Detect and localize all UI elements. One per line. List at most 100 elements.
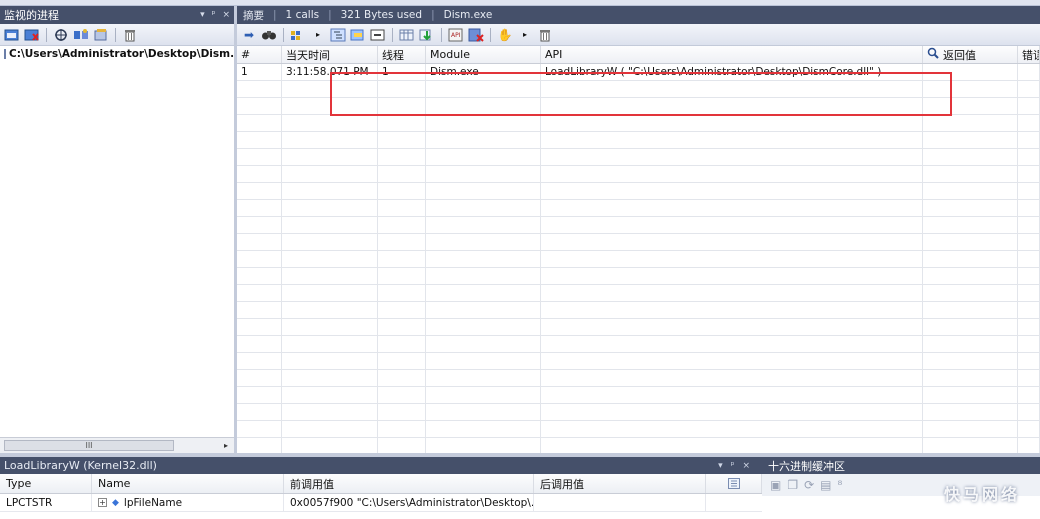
empty-cell [282,438,378,453]
empty-cell [541,98,923,114]
empty-cell [426,302,541,318]
calls-grid-header: # 当天时间 线程 Module API 返回值 错误 [237,46,1040,64]
api-filter-icon[interactable]: API [447,27,465,43]
empty-table-row [237,302,1040,319]
toolbar-separator [115,27,116,42]
split-view-icon[interactable] [369,27,387,43]
empty-cell [426,438,541,453]
find-binoculars-icon[interactable] [260,27,278,43]
empty-cell [923,302,1018,318]
dropdown-arrow-icon[interactable]: ▸ [516,27,534,43]
empty-cell [237,302,282,318]
hex-mode-icon[interactable]: ▤ [820,478,831,492]
dropdown-arrow-icon[interactable]: ▸ [309,27,327,43]
column-chooser-icon[interactable] [706,474,762,493]
empty-table-row [237,149,1040,166]
column-header-number[interactable]: # [237,46,282,63]
empty-cell [378,302,426,318]
table-icon[interactable] [398,27,416,43]
empty-cell [426,98,541,114]
hex-buffer-title: 十六进制缓冲区 [768,459,845,473]
column-header-type[interactable]: Type [0,474,92,493]
hand-icon[interactable]: ✋ [496,27,514,43]
pin-icon[interactable]: ᵖ [212,10,216,20]
empty-cell [1018,234,1040,250]
column-header-return-value[interactable]: 返回值 [923,46,1018,63]
close-icon[interactable]: × [222,10,230,20]
column-header-name[interactable]: Name [92,474,284,493]
empty-cell [923,353,1018,369]
scroll-right-arrow-icon[interactable]: ▸ [224,441,228,450]
pane-menu-icon[interactable]: ▾ [200,10,205,20]
empty-cell [1018,149,1040,165]
empty-cell [923,268,1018,284]
empty-cell [1018,81,1040,97]
empty-cell [1018,183,1040,199]
save-icon[interactable]: ▣ [770,478,781,492]
tree-view-icon[interactable] [329,27,347,43]
detach-icon[interactable] [23,27,41,43]
properties-icon[interactable] [92,27,110,43]
arrow-right-icon[interactable]: ➡ [240,27,258,43]
copy-icon[interactable]: ❐ [787,478,798,492]
empty-cell [237,200,282,216]
bits-icon[interactable]: ⁸ [838,478,843,492]
column-header-api[interactable]: API [541,46,923,63]
toolbar-separator [490,27,491,42]
monitored-process-item[interactable]: C:\Users\Administrator\Desktop\Dism.exe [0,46,234,62]
process-icon[interactable] [72,27,90,43]
empty-cell [1018,268,1040,284]
column-header-error[interactable]: 错误 [1018,46,1040,63]
target-icon[interactable] [52,27,70,43]
empty-cell [426,319,541,335]
delete-icon[interactable] [536,27,554,43]
empty-cell [541,404,923,420]
empty-cell [541,81,923,97]
empty-cell [378,166,426,182]
cell-time: 3:11:58.071 PM [282,64,378,80]
highlight-icon[interactable] [349,27,367,43]
parameter-row[interactable]: LPCTSTR + ◆ lpFileName 0x0057f900 "C:\Us… [0,494,762,512]
empty-cell [282,132,378,148]
empty-cell [1018,217,1040,233]
close-icon[interactable]: × [742,461,750,471]
attach-icon[interactable] [3,27,21,43]
empty-cell [378,285,426,301]
empty-cell [541,285,923,301]
pin-icon[interactable]: ᵖ [731,461,735,471]
cell-api: LoadLibraryW ( "C:\Users\Administrator\D… [541,64,923,80]
left-horizontal-scrollbar[interactable]: III ▸ [0,437,234,453]
empty-cell [282,285,378,301]
empty-cell [541,149,923,165]
empty-cell [426,404,541,420]
trash-icon[interactable] [121,27,139,43]
column-header-module[interactable]: Module [426,46,541,63]
pane-menu-icon[interactable]: ▾ [718,461,723,471]
table-row[interactable]: 1 3:11:58.071 PM 1 Dism.exe LoadLibraryW… [237,64,1040,81]
column-header-thread[interactable]: 线程 [378,46,426,63]
param-post-call-value [534,494,706,511]
api-remove-icon[interactable] [467,27,485,43]
empty-table-row [237,200,1040,217]
empty-cell [282,98,378,114]
empty-table-row [237,353,1040,370]
empty-cell [426,115,541,131]
expand-plus-icon[interactable]: + [98,498,107,507]
empty-cell [1018,302,1040,318]
columns-icon[interactable] [289,27,307,43]
cell-number: 1 [237,64,282,80]
process-path: C:\Users\Administrator\Desktop\Dism.exe [9,48,234,60]
scrollbar-thumb[interactable]: III [4,440,174,451]
search-icon[interactable] [927,47,939,62]
empty-table-row [237,438,1040,453]
column-header-time[interactable]: 当天时间 [282,46,378,63]
column-header-pre-call[interactable]: 前调用值 [284,474,534,493]
empty-table-row [237,251,1040,268]
column-header-post-call[interactable]: 后调用值 [534,474,706,493]
empty-cell [282,319,378,335]
empty-cell [923,285,1018,301]
export-icon[interactable] [418,27,436,43]
refresh-icon[interactable]: ⟳ [804,478,814,492]
empty-table-row [237,387,1040,404]
empty-cell [282,370,378,386]
